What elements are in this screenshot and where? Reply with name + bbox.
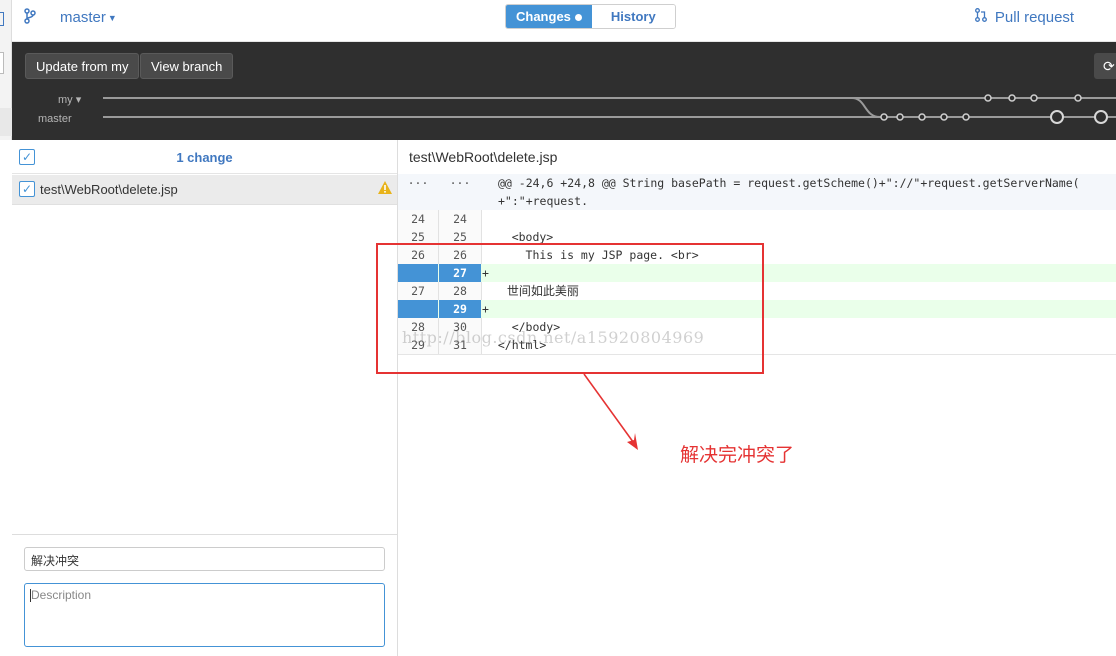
old-line-number: 24: [411, 212, 425, 226]
diff-hunk-header: ··· ··· @@ -24,6 +24,8 @@ String basePat…: [398, 174, 1116, 210]
changed-file-row[interactable]: ✓ test\WebRoot\delete.jsp: [12, 175, 397, 205]
changes-header: ✓ 1 change: [12, 140, 397, 174]
chevron-down-icon: ▼: [107, 13, 117, 24]
annotation-arrow-icon: [583, 373, 638, 450]
new-line-number: 24: [453, 212, 467, 226]
sidebar-edge-selected[interactable]: [0, 108, 12, 136]
view-branch-button[interactable]: View branch: [140, 53, 234, 79]
sync-icon[interactable]: ⟳: [1094, 53, 1116, 79]
changes-pane: ✓ 1 change ✓ test\WebRoot\delete.jsp 解决冲…: [12, 140, 398, 656]
branch-graph[interactable]: [100, 86, 1116, 126]
sidebar-edge-item[interactable]: [0, 12, 4, 26]
tab-history[interactable]: History: [591, 5, 675, 28]
annotation-highlight-box: [376, 243, 764, 374]
annotation-note: 解决完冲突了: [680, 444, 795, 466]
description-placeholder: Description: [31, 588, 92, 602]
top-toolbar: master ▼ Changes History Pull request: [0, 0, 1116, 42]
view-switcher: Changes History: [505, 4, 676, 29]
branch-icon[interactable]: [24, 8, 36, 29]
warning-icon: [377, 180, 393, 198]
tab-history-label: History: [610, 9, 656, 24]
diff-line-text: [484, 210, 1116, 228]
hunk-header-text: @@ -24,6 +24,8 @@ String basePath = requ…: [498, 176, 1080, 208]
diff-line[interactable]: 24 24: [398, 210, 1116, 228]
diff-file-title: test\WebRoot\delete.jsp: [409, 149, 557, 165]
hunk-expand-new[interactable]: ···: [439, 174, 481, 192]
change-count: 1 change: [176, 150, 233, 165]
pull-request-icon: [975, 8, 991, 25]
sidebar-edge-input[interactable]: [0, 52, 4, 74]
collapsed-sidebar-edge: [0, 0, 12, 140]
tab-changes[interactable]: Changes: [506, 5, 592, 28]
update-from-branch-button[interactable]: Update from my: [25, 53, 140, 79]
graph-label-my[interactable]: my ▾: [58, 93, 81, 106]
graph-label-my-text: my: [58, 94, 73, 106]
commit-description-field[interactable]: Description: [24, 583, 385, 647]
changed-file-path: test\WebRoot\delete.jsp: [40, 182, 178, 197]
branch-selector[interactable]: master ▼: [60, 9, 117, 26]
pull-request-button[interactable]: Pull request: [975, 8, 1074, 26]
unsaved-dot-icon: [574, 14, 582, 22]
graph-label-master: master: [38, 113, 72, 125]
hunk-expand-old[interactable]: ···: [398, 174, 438, 192]
branch-name-label: master: [60, 9, 106, 26]
diff-file-prefix: test\WebRoot\: [409, 149, 498, 165]
diff-file-name: delete.jsp: [497, 149, 558, 165]
commit-form: 解决冲突 Description: [12, 534, 397, 656]
commit-summary-input[interactable]: 解决冲突: [24, 547, 385, 571]
file-name: delete.jsp: [122, 182, 178, 197]
branch-compare-bar: Update from my View branch ⟳ my ▾ master: [12, 42, 1116, 140]
pull-request-label: Pull request: [994, 9, 1075, 26]
file-path-prefix: test\WebRoot\: [40, 182, 123, 197]
file-checkbox[interactable]: ✓: [19, 181, 35, 197]
tab-changes-label: Changes: [516, 9, 571, 24]
